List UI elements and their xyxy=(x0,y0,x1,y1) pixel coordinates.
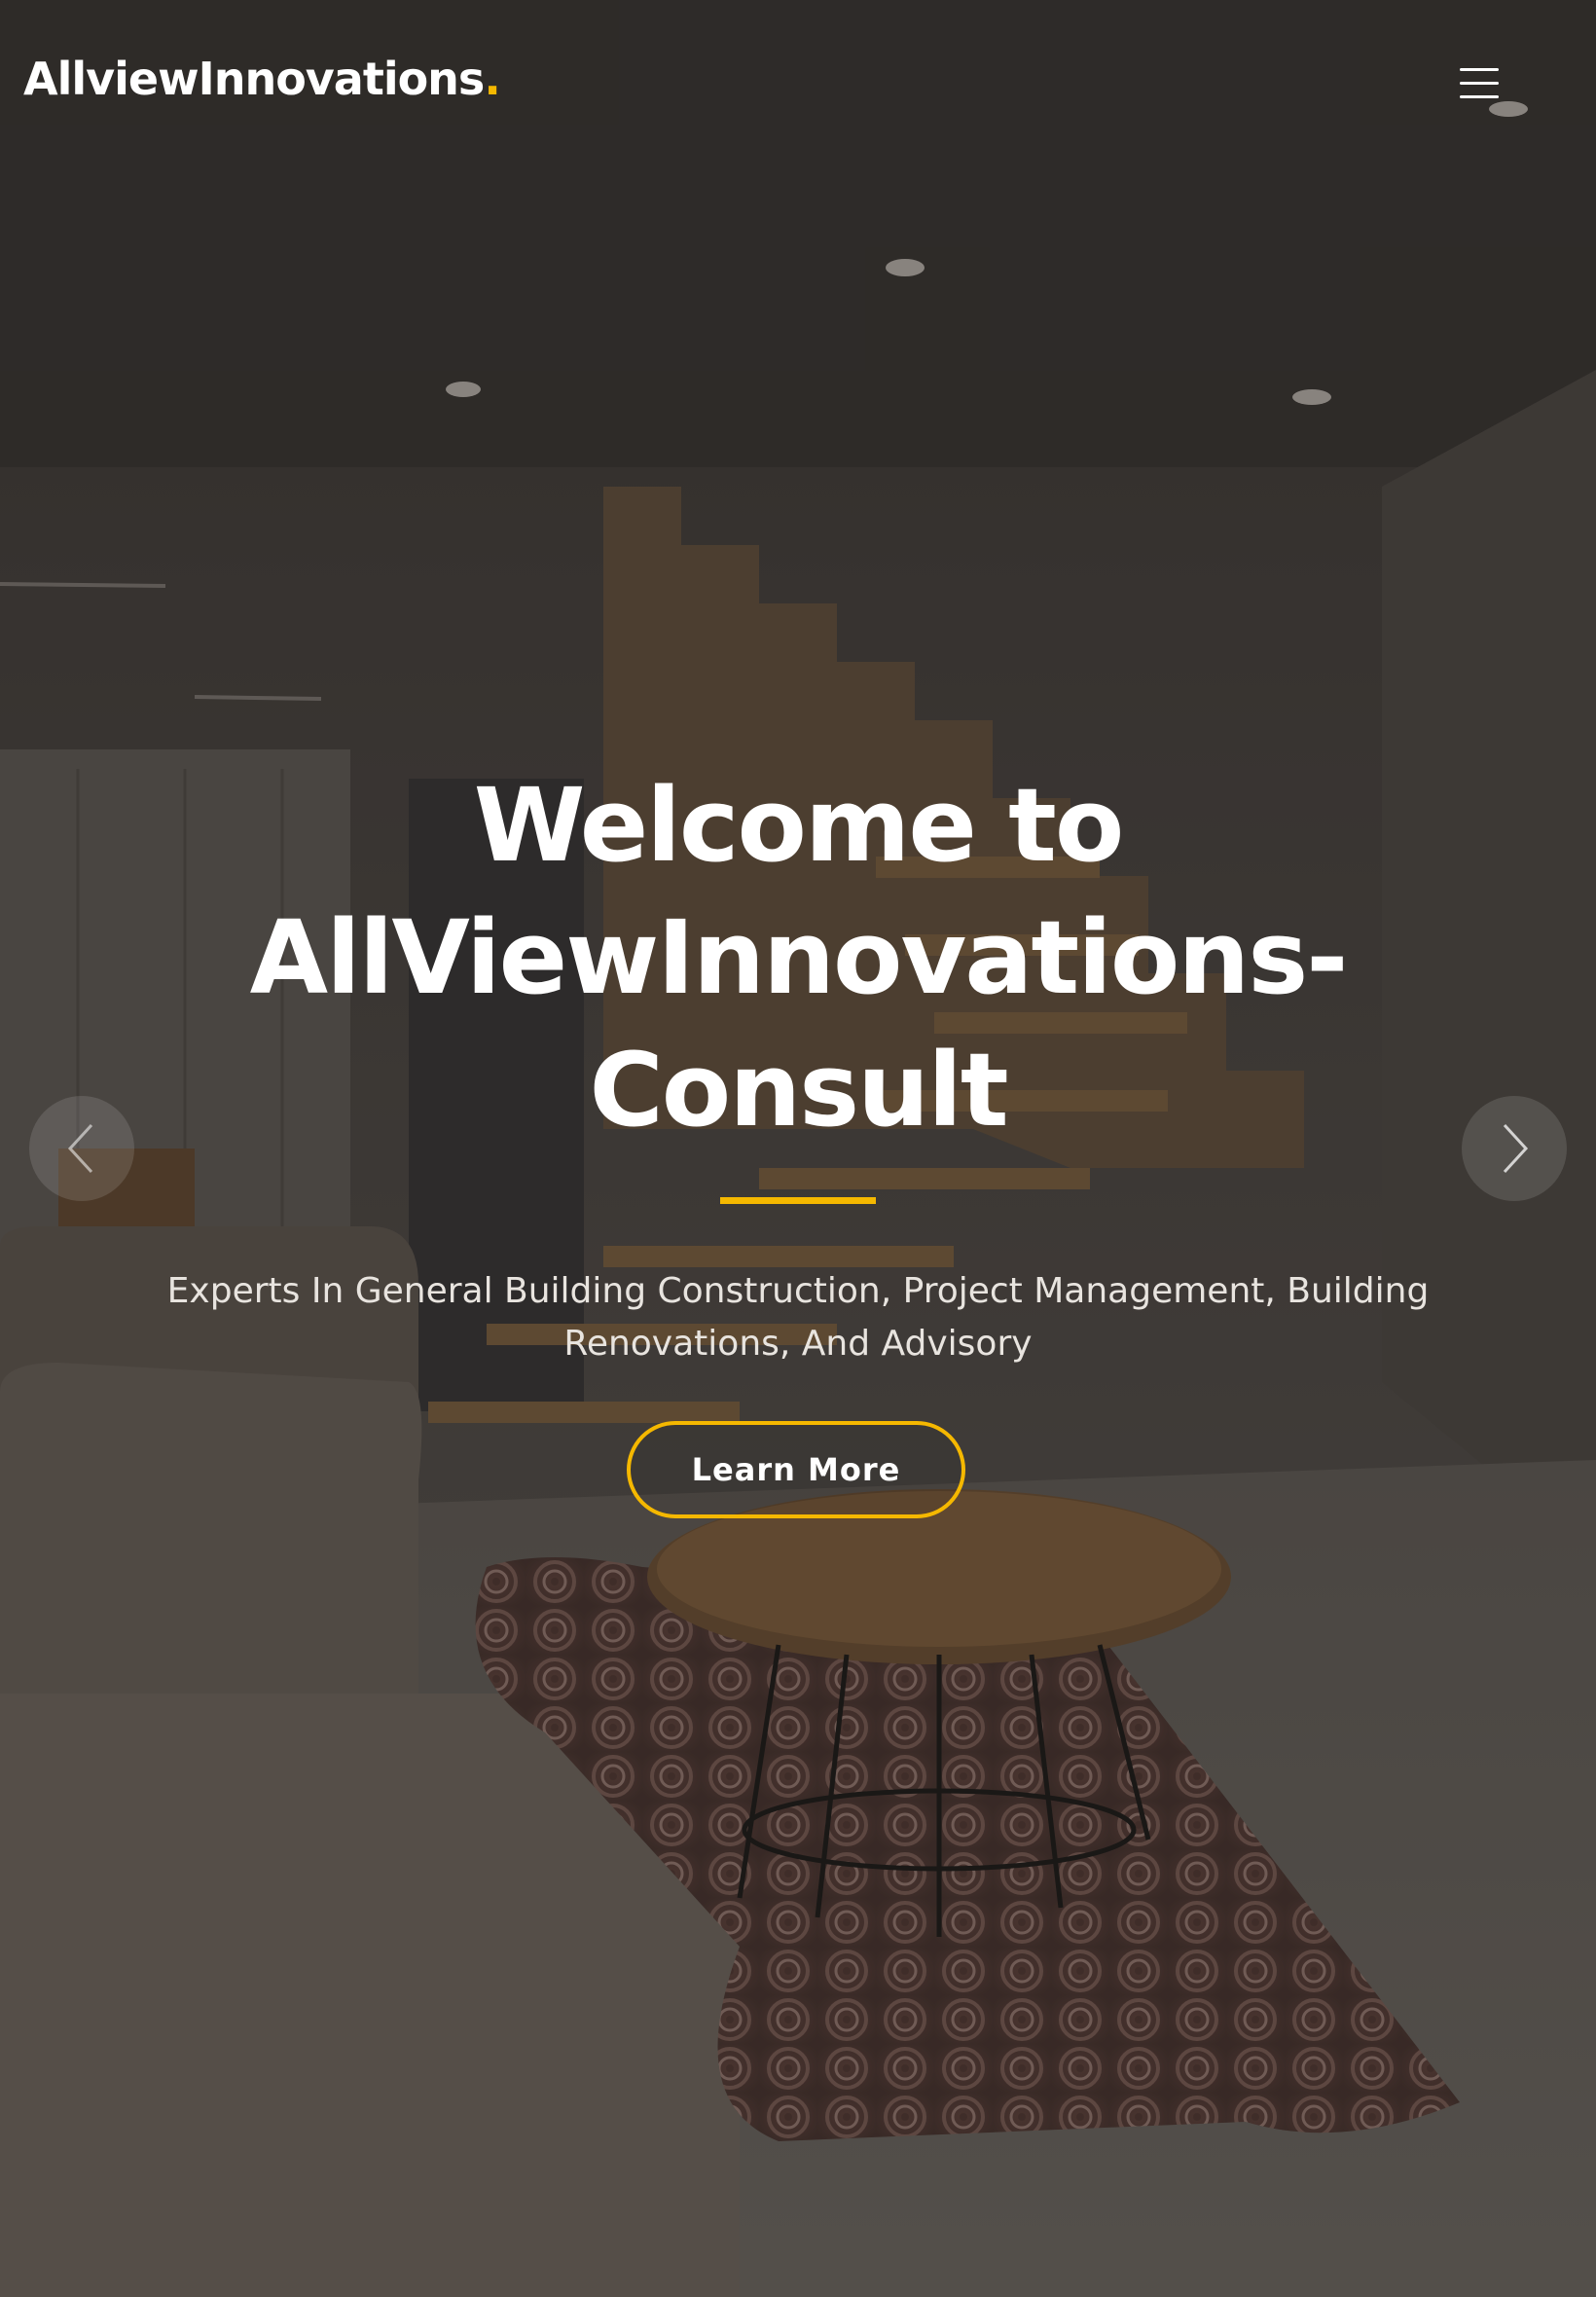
hamburger-menu-icon[interactable] xyxy=(1460,64,1501,103)
menu-bar xyxy=(1460,82,1499,85)
carousel-next-button[interactable] xyxy=(1462,1096,1567,1201)
learn-more-button[interactable]: Learn More xyxy=(627,1421,965,1518)
logo-dot: . xyxy=(484,53,501,105)
logo-text: AllviewInnovations xyxy=(23,53,485,105)
menu-bar xyxy=(1460,95,1499,98)
site-logo[interactable]: AllviewInnovations. xyxy=(23,56,501,101)
carousel-prev-button[interactable] xyxy=(29,1096,134,1201)
chevron-right-icon xyxy=(1503,1123,1529,1174)
hero-subtitle: Experts In General Building Construction… xyxy=(166,1271,1430,1364)
title-divider xyxy=(720,1197,876,1204)
hero-section: AllviewInnovations. Welcome to AllViewIn… xyxy=(0,0,1596,2297)
hero-title: Welcome to AllViewInnovations-Consult xyxy=(249,766,1349,1149)
menu-bar xyxy=(1460,68,1499,71)
chevron-left-icon xyxy=(67,1123,93,1174)
